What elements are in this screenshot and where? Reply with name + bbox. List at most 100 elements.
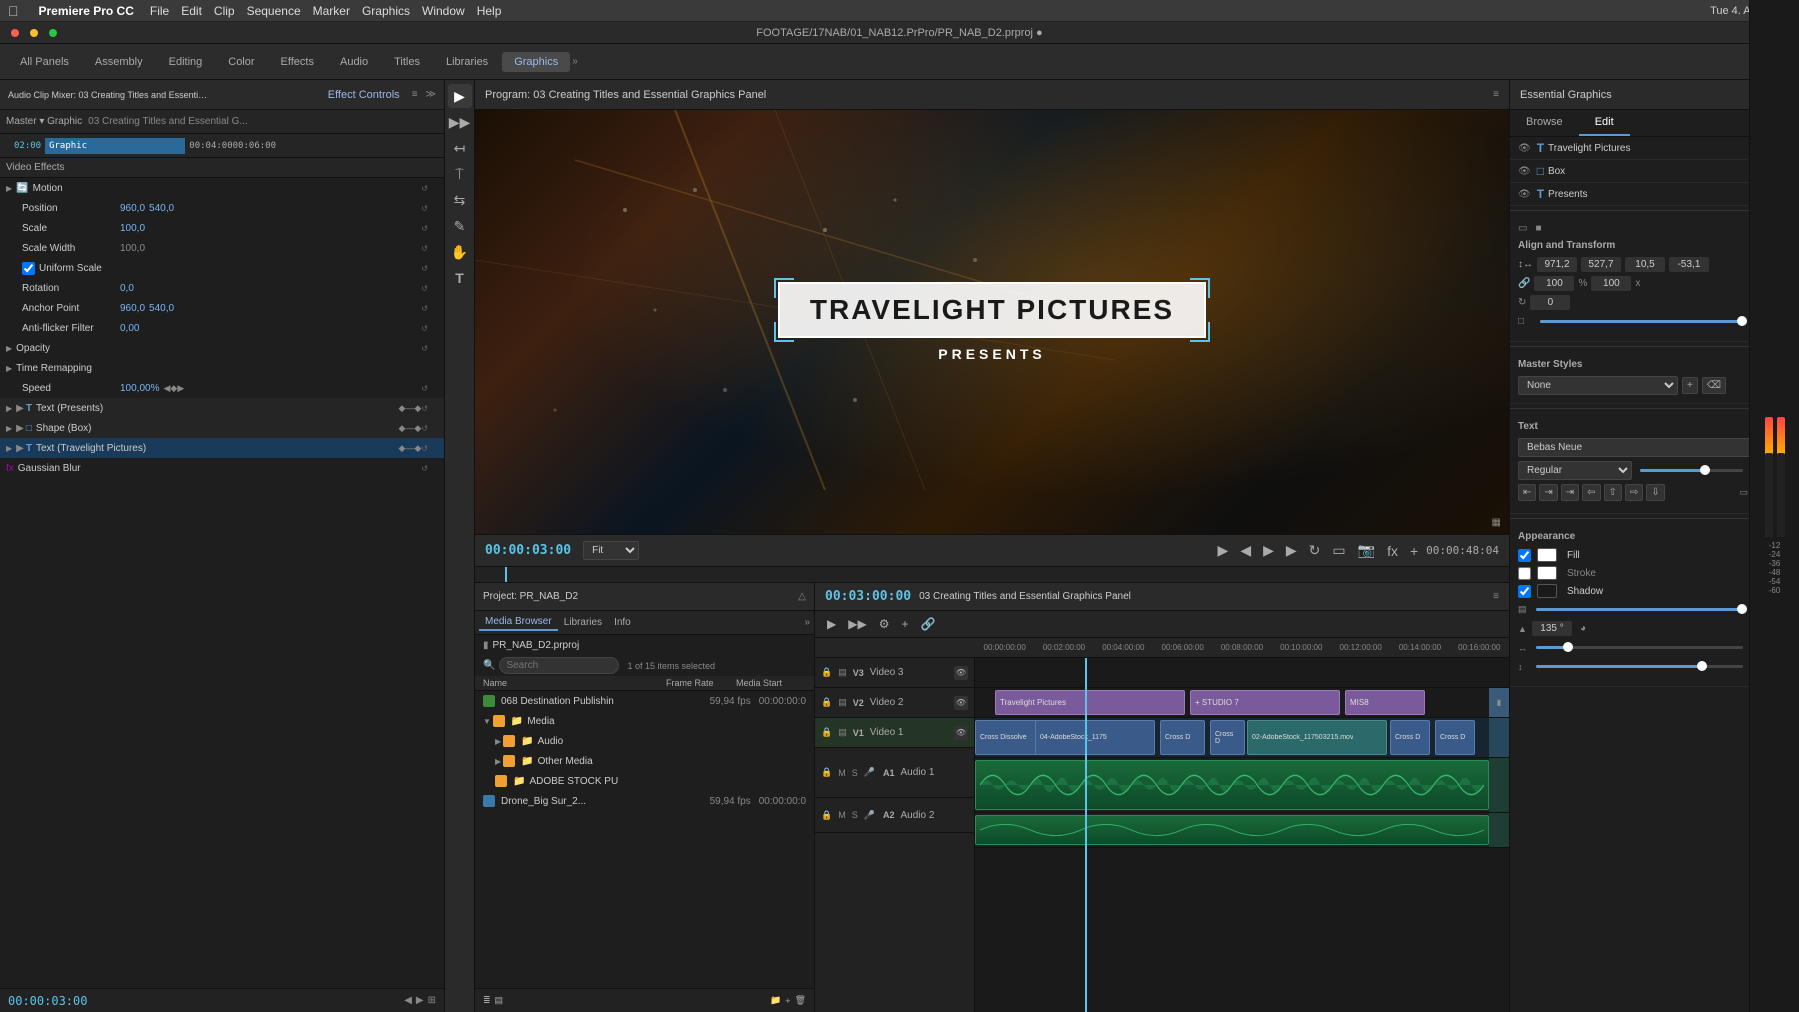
pen-tool[interactable]: ✎ <box>448 214 472 238</box>
offset-y-value[interactable]: -53,1 <box>1669 257 1709 272</box>
shadow-distance-slider[interactable] <box>1536 646 1743 649</box>
master-style-add[interactable]: + <box>1682 377 1698 394</box>
clip-crossd-5[interactable]: Cross D <box>1435 720 1475 755</box>
project-expand-icon[interactable]: » <box>804 617 810 628</box>
button-editor-btn[interactable]: fx <box>1383 541 1402 561</box>
tab-editing[interactable]: Editing <box>157 52 215 72</box>
justify-btn[interactable]: ⇦ <box>1582 484 1600 501</box>
track-row-a2[interactable] <box>975 813 1509 848</box>
tab-graphics[interactable]: Graphics <box>502 52 570 72</box>
speed-keyframe-prev[interactable]: ◀ <box>163 383 170 394</box>
menu-help[interactable]: Help <box>477 4 502 18</box>
clip-travelight[interactable]: Travelight Pictures <box>995 690 1185 715</box>
stroke-checkbox[interactable] <box>1518 567 1531 580</box>
eg-tab-edit[interactable]: Edit <box>1579 110 1630 136</box>
project-file-item[interactable]: ▮ PR_NAB_D2.prproj <box>475 635 814 655</box>
export-frame-btn[interactable]: 📷 <box>1354 540 1379 561</box>
more-tabs-icon[interactable]: » <box>572 56 578 67</box>
v1-eye-btn[interactable]: 👁 <box>954 726 968 740</box>
clip-adobe1175[interactable]: 04-AdobeStock_1175 <box>1035 720 1155 755</box>
anchor-y[interactable]: 540,0 <box>149 303 174 314</box>
maximize-button[interactable] <box>49 29 57 37</box>
effect-controls-tab[interactable]: Effect Controls <box>328 89 400 101</box>
shadow-angle-value[interactable]: 135 ° <box>1532 621 1572 636</box>
scale-width-reset[interactable]: ↺ <box>421 244 428 253</box>
project-new-item[interactable]: + <box>785 996 790 1006</box>
menu-clip[interactable]: Clip <box>214 4 235 18</box>
speed-keyframe-next[interactable]: ▶ <box>177 383 184 394</box>
left-panel-nav-next[interactable]: ▶ <box>416 995 424 1006</box>
safe-area-icon[interactable]: ▦ <box>1492 517 1501 528</box>
v2-lock-icon[interactable]: 🔒 <box>821 697 832 708</box>
project-item-adobe-stock[interactable]: 📁 ADOBE STOCK PU <box>475 771 814 791</box>
box-reset[interactable]: ↺ <box>421 424 428 433</box>
track-row-a1[interactable] <box>975 758 1509 813</box>
timeline-playback-btn[interactable]: ▶ <box>823 615 840 633</box>
clip-studio7[interactable]: + STUDIO 7 <box>1190 690 1340 715</box>
panel-menu-icon[interactable]: ≡ <box>412 89 418 100</box>
pos-x-value[interactable]: 971,2 <box>1537 257 1577 272</box>
v3-lock-icon[interactable]: 🔒 <box>821 667 832 678</box>
timeline-menu-icon[interactable]: ≡ <box>1493 591 1499 602</box>
text-presents-layer[interactable]: ▶ ▶ T Text (Presents) ◆—◆ ↺ <box>0 398 444 418</box>
slip-tool[interactable]: ⇆ <box>448 188 472 212</box>
program-monitor-settings[interactable]: ≡ <box>1493 89 1499 100</box>
apple-icon[interactable]:  <box>8 3 19 19</box>
rotation-reset[interactable]: ↺ <box>421 284 428 293</box>
selection-tool[interactable]: ▶ <box>448 84 472 108</box>
panel-expand-icon[interactable]: ≫ <box>426 89 436 100</box>
ripple-edit-tool[interactable]: ↤ <box>448 136 472 160</box>
project-item-068[interactable]: 068 Destination Publishin 59,94 fps 00:0… <box>475 691 814 711</box>
menu-graphics[interactable]: Graphics <box>362 4 410 18</box>
shadow-opacity-slider[interactable] <box>1536 608 1743 611</box>
presents-reset[interactable]: ↺ <box>421 404 428 413</box>
shadow-color-swatch[interactable] <box>1537 584 1557 598</box>
rotation-eg[interactable]: 0 <box>1530 295 1570 310</box>
text-tool[interactable]: T <box>448 266 472 290</box>
angle-dial[interactable]: ◕ <box>1580 623 1586 634</box>
track-row-v3[interactable] <box>975 658 1509 688</box>
minimize-button[interactable] <box>30 29 38 37</box>
a1-mute-icon[interactable]: M <box>838 768 846 778</box>
scale-value[interactable]: 100,0 <box>120 223 145 234</box>
eg-tab-browse[interactable]: Browse <box>1510 110 1579 136</box>
align-right-btn[interactable]: ⇥ <box>1561 484 1579 501</box>
a1-mic-icon[interactable]: 🎤 <box>864 767 875 778</box>
antiflicker-reset[interactable]: ↺ <box>421 324 428 333</box>
travelight-visibility[interactable]: 👁 <box>1518 143 1531 154</box>
size-slider-thumb[interactable] <box>1700 465 1710 475</box>
close-button[interactable] <box>11 29 19 37</box>
motion-reset[interactable]: ↺ <box>421 184 428 193</box>
tab-info[interactable]: Info <box>608 615 637 630</box>
position-x[interactable]: 960,0 <box>120 203 145 214</box>
menu-window[interactable]: Window <box>422 4 465 18</box>
speed-value[interactable]: 100,00% <box>120 383 159 394</box>
a1-solo-icon[interactable]: S <box>852 768 858 778</box>
project-item-audio[interactable]: ▶ 📁 Audio <box>475 731 814 751</box>
razor-tool[interactable]: ⍑ <box>448 162 472 186</box>
scale-y-eg[interactable]: 100 <box>1591 276 1631 291</box>
fit-dropdown[interactable]: Fit 25% 50% 75% 100% <box>583 541 639 560</box>
time-remapping-group[interactable]: ▶ Time Remapping <box>0 358 444 378</box>
audio-clip-a1[interactable] <box>975 760 1489 810</box>
timeline-settings[interactable]: ⚙ <box>875 615 894 633</box>
tab-effects[interactable]: Effects <box>269 52 326 72</box>
clip-crossd-2[interactable]: Cross D <box>1160 720 1205 755</box>
menu-file[interactable]: File <box>150 4 169 18</box>
shadow-distance-thumb[interactable] <box>1563 642 1573 652</box>
shadow-checkbox[interactable] <box>1518 585 1531 598</box>
scale-x-eg[interactable]: 100 <box>1534 276 1574 291</box>
shadow-opacity-thumb[interactable] <box>1737 604 1747 614</box>
uniform-scale-reset[interactable]: ↺ <box>421 264 428 273</box>
tab-assembly[interactable]: Assembly <box>83 52 155 72</box>
antiflicker-value[interactable]: 0,00 <box>120 323 139 334</box>
clip-mis8[interactable]: MIS8 <box>1345 690 1425 715</box>
tab-titles[interactable]: Titles <box>382 52 432 72</box>
position-y[interactable]: 540,0 <box>149 203 174 214</box>
step-forward-btn[interactable]: ▶ <box>1282 540 1301 561</box>
opacity-slider-track[interactable] <box>1540 320 1743 323</box>
a1-lock-icon[interactable]: 🔒 <box>821 767 832 778</box>
v2-eye-btn[interactable]: 👁 <box>954 696 968 710</box>
v1-lock-icon[interactable]: 🔒 <box>821 727 832 738</box>
add-to-timeline-btn[interactable]: ▶ <box>1214 540 1233 561</box>
